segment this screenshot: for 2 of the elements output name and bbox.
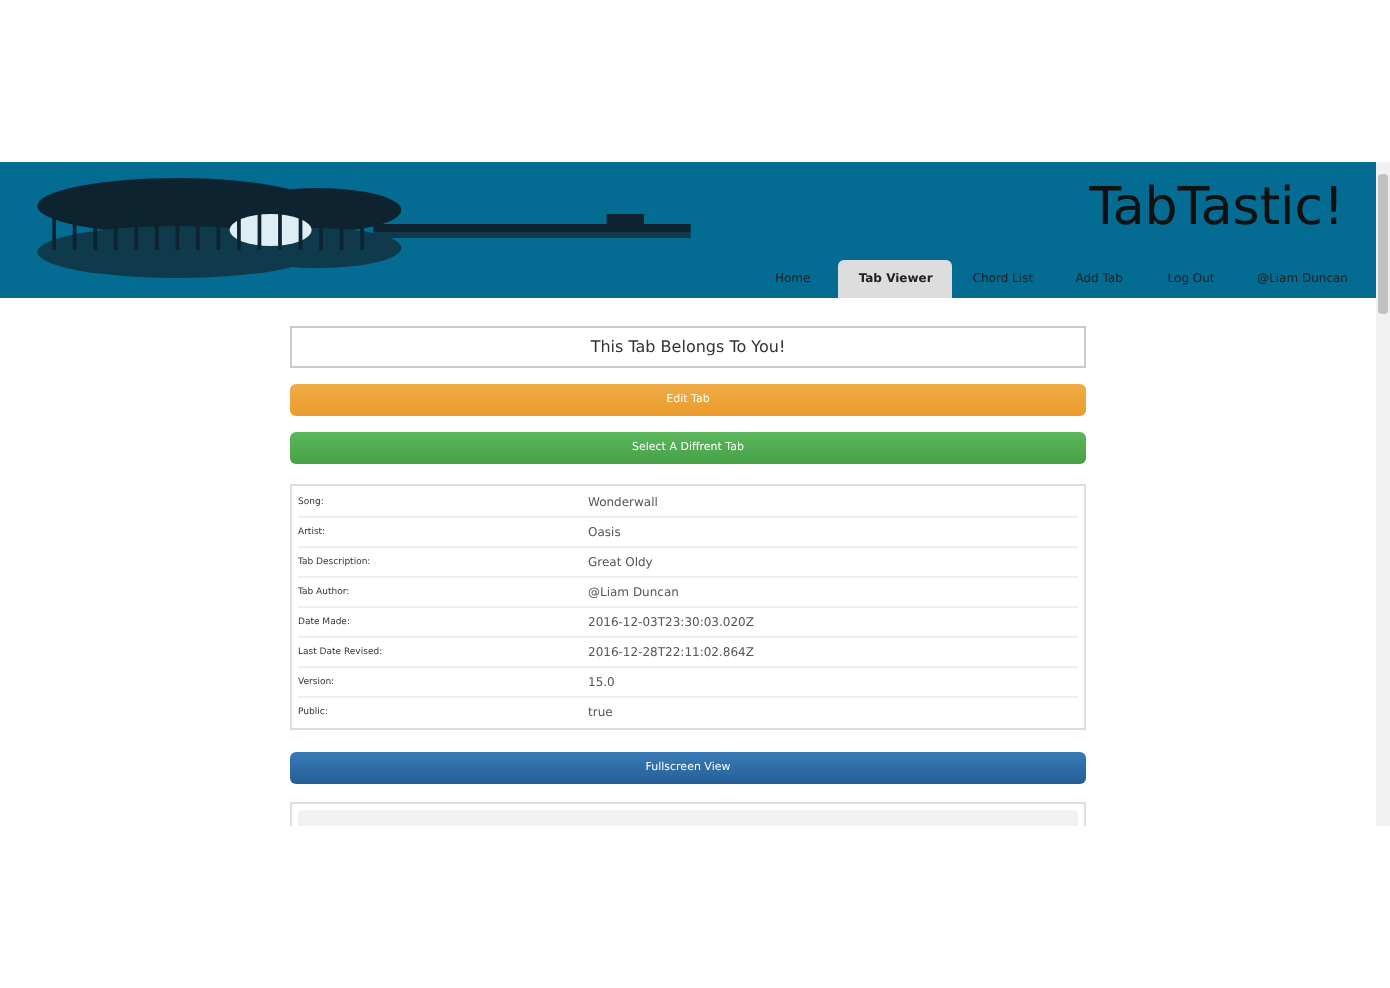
ownership-notice: This Tab Belongs To You!: [290, 326, 1086, 368]
site-title: TabTastic!: [1089, 178, 1344, 238]
